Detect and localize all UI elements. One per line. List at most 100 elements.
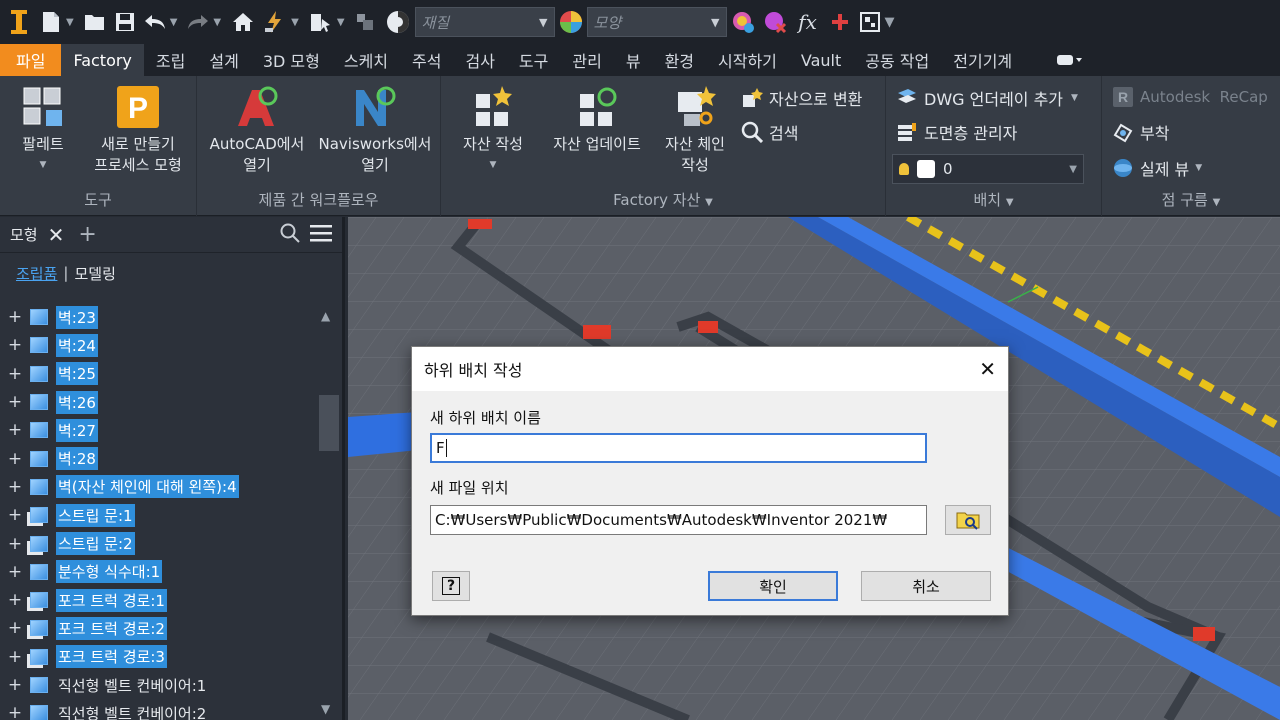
layout-panel-title[interactable]: 배치 ▼: [886, 189, 1101, 210]
tree-row[interactable]: + 포크 트럭 경로:1: [0, 586, 318, 614]
search-button[interactable]: 검색: [741, 120, 798, 144]
close-icon[interactable]: ✕: [979, 357, 996, 381]
search-icon[interactable]: [280, 223, 300, 247]
open-in-navisworks-button[interactable]: Navisworks에서 열기: [315, 84, 435, 176]
tab-collaborate[interactable]: 공동 작업: [853, 44, 941, 76]
open-in-autocad-button[interactable]: AutoCAD에서 열기: [201, 84, 313, 176]
undo-icon[interactable]: [142, 6, 168, 38]
browser-tab-model[interactable]: 모형: [10, 224, 38, 245]
browser-scrollbar[interactable]: ▲ ▼: [315, 303, 342, 720]
create-asset-button[interactable]: 자산 작성 ▼: [453, 84, 533, 176]
ilogic-icon[interactable]: [857, 6, 883, 38]
update-dropdown-icon[interactable]: ▼: [291, 17, 299, 28]
select-icon[interactable]: [307, 6, 335, 38]
tab-sketch[interactable]: 스케치: [332, 44, 400, 76]
tab-factory[interactable]: Factory: [61, 44, 144, 76]
expand-icon[interactable]: +: [0, 534, 30, 554]
parameters-button[interactable]: fx: [793, 6, 823, 38]
tab-get-started[interactable]: 시작하기: [706, 44, 789, 76]
cancel-button[interactable]: 취소: [861, 571, 991, 601]
save-icon[interactable]: [112, 6, 138, 38]
ribbon-display-toggle[interactable]: [1044, 44, 1094, 76]
scroll-thumb[interactable]: [319, 395, 339, 451]
tab-assemble[interactable]: 조립: [144, 44, 197, 76]
add-tab-icon[interactable]: +: [78, 222, 96, 247]
tree-row[interactable]: + 벽:27: [0, 416, 318, 444]
expand-icon[interactable]: +: [0, 647, 30, 667]
attach-button[interactable]: 부착: [1112, 120, 1169, 144]
select-dropdown-icon[interactable]: ▼: [337, 17, 345, 28]
tree-row[interactable]: + 직선형 벨트 컨베이어:2: [0, 699, 318, 720]
layer-dropdown[interactable]: 0 ▼: [892, 154, 1084, 184]
tab-design[interactable]: 설계: [197, 44, 250, 76]
tree-row[interactable]: + 벽:23: [0, 303, 318, 331]
inventor-logo-icon[interactable]: [4, 6, 34, 38]
factory-assets-panel-title[interactable]: Factory 자산 ▼: [441, 189, 885, 210]
expand-icon[interactable]: +: [0, 562, 30, 582]
add-icon[interactable]: [827, 6, 853, 38]
tree-row[interactable]: + 포크 트럭 경로:3: [0, 643, 318, 671]
expand-icon[interactable]: +: [0, 675, 30, 695]
expand-icon[interactable]: +: [0, 505, 30, 525]
appearance-combo[interactable]: 모양 ▼: [586, 7, 727, 37]
expand-icon[interactable]: +: [0, 335, 30, 355]
open-folder-icon[interactable]: [82, 6, 108, 38]
tree-row[interactable]: + 분수형 식수대:1: [0, 558, 318, 586]
clear-appearance-icon[interactable]: [761, 6, 789, 38]
customize-dropdown-icon[interactable]: ▼: [885, 15, 895, 30]
expand-icon[interactable]: +: [0, 477, 30, 497]
file-location-input[interactable]: C:₩Users₩Public₩Documents₩Autodesk₩Inven…: [430, 505, 927, 535]
tab-electromechanical[interactable]: 전기기계: [941, 44, 1024, 76]
palette-button[interactable]: 팔레트 ▼: [10, 84, 76, 176]
create-asset-chain-button[interactable]: 자산 체인 작성: [655, 84, 735, 176]
tree-row[interactable]: + 스트립 문:1: [0, 501, 318, 529]
tab-tools[interactable]: 도구: [507, 44, 560, 76]
new-file-icon[interactable]: [38, 6, 64, 38]
tree-row[interactable]: + 벽:26: [0, 388, 318, 416]
visibility-icon[interactable]: [353, 6, 379, 38]
redo-dropdown-icon[interactable]: ▼: [213, 17, 221, 28]
tab-manage[interactable]: 관리: [560, 44, 613, 76]
tree-row[interactable]: + 스트립 문:2: [0, 529, 318, 557]
tree-row[interactable]: + 직선형 벨트 컨베이어:1: [0, 671, 318, 699]
tab-environments[interactable]: 환경: [653, 44, 706, 76]
expand-icon[interactable]: +: [0, 618, 30, 638]
update-icon[interactable]: [261, 6, 289, 38]
expand-icon[interactable]: +: [0, 420, 30, 440]
autodesk-recap-button[interactable]: R Autodesk ReCap: [1112, 86, 1268, 108]
home-icon[interactable]: [229, 6, 257, 38]
appearance-icon[interactable]: [557, 6, 585, 38]
redo-icon[interactable]: [185, 6, 211, 38]
tab-file[interactable]: 파일: [0, 44, 62, 76]
tab-3d-model[interactable]: 3D 모형: [251, 44, 332, 76]
point-cloud-panel-title[interactable]: 점 구름 ▼: [1102, 189, 1280, 210]
new-process-model-button[interactable]: P 새로 만들기 프로세스 모형: [86, 84, 190, 176]
browse-folder-button[interactable]: [945, 505, 991, 535]
tree-row[interactable]: + 벽:25: [0, 360, 318, 388]
expand-icon[interactable]: +: [0, 703, 30, 720]
add-dwg-underlay-button[interactable]: DWG 언더레이 추가 ▼: [896, 86, 1078, 110]
menu-icon[interactable]: [310, 224, 332, 246]
expand-icon[interactable]: +: [0, 449, 30, 469]
help-button[interactable]: ?: [432, 571, 470, 601]
adjust-appearance-icon[interactable]: [729, 6, 757, 38]
expand-icon[interactable]: +: [0, 307, 30, 327]
subtab-modeling[interactable]: 모델링: [74, 263, 115, 284]
update-asset-button[interactable]: 자산 업데이트: [541, 84, 653, 155]
expand-icon[interactable]: +: [0, 590, 30, 610]
expand-icon[interactable]: +: [0, 392, 30, 412]
scroll-up-icon[interactable]: ▲: [321, 309, 330, 323]
tab-annotate[interactable]: 주석: [400, 44, 453, 76]
color-override-icon[interactable]: [383, 6, 413, 38]
subtab-assembly[interactable]: 조립품: [16, 263, 57, 284]
scroll-down-icon[interactable]: ▼: [321, 702, 330, 716]
tab-inspect[interactable]: 검사: [453, 44, 506, 76]
expand-icon[interactable]: +: [0, 364, 30, 384]
close-icon[interactable]: ✕: [48, 223, 65, 247]
tree-row[interactable]: + 벽:28: [0, 444, 318, 472]
tree-row[interactable]: + 벽:24: [0, 331, 318, 359]
ok-button[interactable]: 확인: [708, 571, 838, 601]
sublayout-name-input[interactable]: F: [430, 433, 927, 463]
undo-dropdown-icon[interactable]: ▼: [170, 17, 178, 28]
layer-manager-button[interactable]: 도면층 관리자: [896, 120, 1017, 144]
